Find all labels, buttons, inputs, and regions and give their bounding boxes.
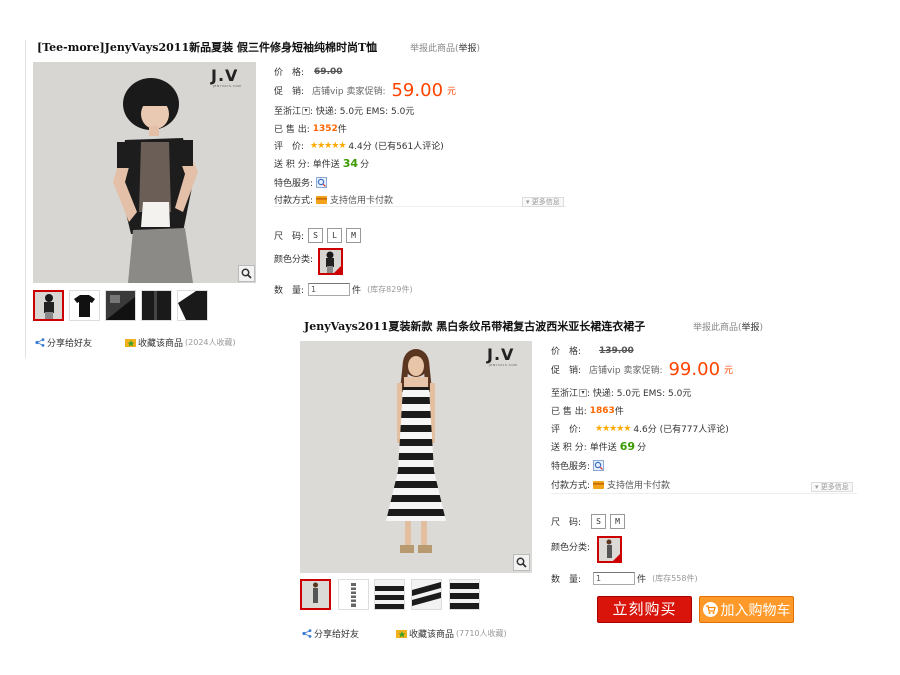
price-row: 价 格: 139.00 [551,345,634,358]
folder-star-icon [396,630,407,638]
share-icon [302,629,312,638]
promo-row: 促 销: 店铺vip 卖家促销: 99.00 元 [551,359,734,380]
thumb-image [375,580,404,609]
cart-icon [702,602,718,617]
main-product-image[interactable]: J.V JENYVAYS.COM [300,341,532,573]
model-photo [300,341,532,573]
size-option-m[interactable]: M [610,514,626,529]
size-option-s[interactable]: S [591,514,607,529]
share-link[interactable]: 分享给好友 [302,627,359,640]
rating-stars: ★★★★★ [595,423,631,434]
add-to-cart-button[interactable]: 加入购物车 [699,596,794,623]
credit-card-icon [593,480,605,489]
shipping-row: 至浙江 ▾: 快递: 5.0元 EMS: 5.0元 [551,388,692,399]
points-row: 送 积 分: 单件送 69 分 [551,440,647,453]
info-divider [551,493,857,494]
thumbnail-2[interactable] [338,579,369,610]
product-listing-2: JenyVays2011夏装新款 黑白条纹吊带裙复古波西米亚长裙连衣裙子 举报此… [0,0,900,675]
thumb-image [412,580,441,609]
payment-row: 付款方式: 支持信用卡付款 [551,480,671,491]
collect-link[interactable]: 收藏该商品 (7710人收藏) [396,627,507,640]
magnifier-icon [516,557,527,568]
region-dropdown[interactable]: ▾ [579,388,588,397]
thumbnail-5[interactable] [449,579,480,610]
thumb-image [450,580,479,609]
thumbnail-3[interactable] [374,579,405,610]
brand-logo: J.V [487,345,515,364]
rating-link[interactable]: 4.6分 (已有777人评论) [633,422,728,435]
buy-now-button[interactable]: 立刻购买 [597,596,692,623]
report-link[interactable]: 举报此商品(举报) [693,320,763,333]
rating-row: 评 价: ★★★★★ 4.6分 (已有777人评论) [551,422,729,436]
brand-sub: JENYVAYS.COM [489,363,518,367]
thumbnail-1[interactable] [300,579,331,610]
more-info-button[interactable]: ▾ 更多信息 [811,482,853,492]
color-swatch[interactable] [597,536,622,563]
service-row: 特色服务: [551,459,605,472]
thumbnail-4[interactable] [411,579,442,610]
original-price: 139.00 [599,345,634,356]
quantity-input[interactable]: 1 [593,572,636,585]
service-icon[interactable] [593,460,605,471]
quantity-row: 数 量: 1 件 (库存558件) [551,572,698,585]
thumb-image [302,581,329,608]
promo-price: 99.00 [668,359,721,380]
zoom-button[interactable] [513,554,530,571]
size-row: 尺 码: S M [551,514,626,529]
sold-row: 已 售 出: 1863 件 [551,405,624,418]
product-title[interactable]: JenyVays2011夏装新款 黑白条纹吊带裙复古波西米亚长裙连衣裙子 [304,318,645,334]
color-row: 颜色分类: [551,543,591,553]
thumb-image [339,580,368,609]
swatch-image [599,538,620,561]
